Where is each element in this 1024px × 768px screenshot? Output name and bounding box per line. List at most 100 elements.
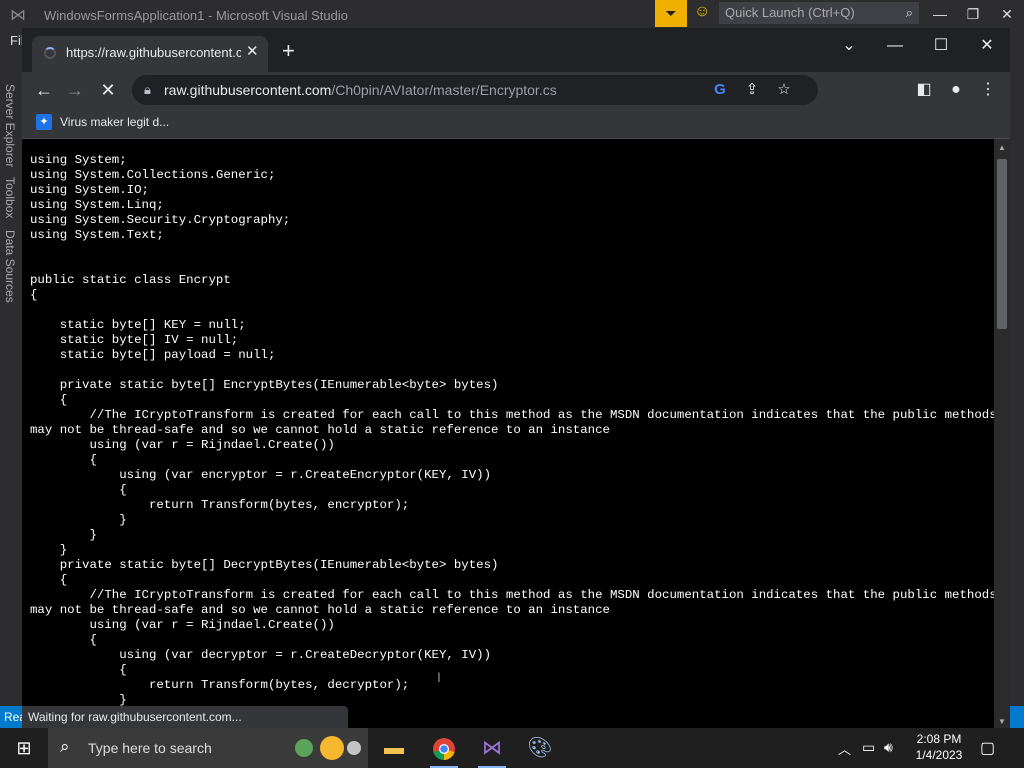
taskbar-search-placeholder: Type here to search: [88, 740, 212, 756]
tab-search-chevron-icon[interactable]: ⌄: [837, 34, 861, 58]
code-line: using (var r = Rijndael.Create()): [30, 618, 335, 632]
windows-start-icon[interactable]: ⊞: [0, 728, 48, 768]
loading-status: Waiting for raw.githubusercontent.com...: [22, 706, 348, 728]
code-line: return Transform(bytes, encryptor);: [30, 498, 410, 512]
side-panel-icon[interactable]: ◧: [912, 78, 936, 102]
new-tab-button[interactable]: +: [282, 40, 295, 62]
code-line: {: [30, 633, 97, 647]
tab-title: https://raw.githubusercontent.co: [66, 45, 241, 60]
code-line: static byte[] IV = null;: [30, 333, 239, 347]
text-cursor-icon: I: [437, 669, 441, 685]
taskbar: ⊞ ⌕ Type here to search ▬ ⋈ 🎨︎ ︿ ▭ 🔊︎ 2:…: [0, 728, 1024, 768]
code-line: {: [30, 453, 97, 467]
taskbar-search[interactable]: ⌕ Type here to search: [48, 728, 368, 768]
address-bar[interactable]: 🔒︎ raw.githubusercontent.com/Ch0pin/AVIa…: [132, 75, 818, 105]
code-line: //The ICryptoTransform is created for ea…: [30, 408, 994, 422]
code-line: using System;: [30, 153, 127, 167]
vs-right-panel: [1010, 130, 1024, 710]
code-line: {: [30, 663, 127, 677]
visual-studio-icon[interactable]: ⋈: [468, 728, 516, 768]
tray-chevron-up-icon[interactable]: ︿: [838, 739, 851, 758]
code-line: may not be thread-safe and so we cannot …: [30, 603, 610, 617]
code-line: using System.Collections.Generic;: [30, 168, 276, 182]
feedback-smiley-icon[interactable]: ☺: [694, 3, 710, 21]
bookmark-virus-maker[interactable]: Virus maker legit d...: [60, 115, 169, 129]
stop-icon[interactable]: ✕: [96, 78, 120, 102]
vs-side-panel: Server Explorer Toolbox Data Sources: [0, 80, 22, 710]
toolbox-tab[interactable]: Toolbox: [3, 177, 17, 218]
close-button[interactable]: ✕: [975, 34, 999, 58]
chrome-icon[interactable]: [420, 728, 468, 768]
maximize-button[interactable]: ☐: [929, 34, 953, 58]
code-line: {: [30, 483, 127, 497]
star-icon[interactable]: ☆: [774, 80, 794, 100]
vertical-scrollbar[interactable]: ▲ ▼: [994, 139, 1010, 728]
browser-toolbar: ← → ✕ 🔒︎ raw.githubusercontent.com/Ch0pi…: [22, 72, 1010, 108]
code-line: using (var encryptor = r.CreateEncryptor…: [30, 468, 492, 482]
code-line: using System.IO;: [30, 183, 149, 197]
search-icon[interactable]: ⌕: [906, 2, 913, 24]
kebab-menu-icon[interactable]: ⋮: [976, 78, 1000, 102]
clock[interactable]: 2:08 PM 1/4/2023: [910, 731, 968, 763]
server-explorer-tab[interactable]: Server Explorer: [3, 84, 17, 167]
paint-icon[interactable]: 🎨︎: [516, 728, 564, 768]
data-sources-tab[interactable]: Data Sources: [3, 230, 17, 303]
visual-studio-logo-icon: ⋈: [10, 7, 26, 24]
code-line: private static byte[] EncryptBytes(IEnum…: [30, 378, 499, 392]
lock-icon[interactable]: 🔒︎: [144, 82, 151, 98]
code-line: {: [30, 288, 38, 302]
arrow-right-icon[interactable]: →: [63, 78, 87, 102]
code-line: using System.Security.Cryptography;: [30, 213, 291, 227]
code-line: public static class Encrypt: [30, 273, 231, 287]
network-icon[interactable]: ▭: [862, 739, 875, 756]
scroll-down-icon[interactable]: ▼: [998, 717, 1006, 726]
source-code: using System; using System.Collections.Ge…: [30, 153, 994, 708]
share-icon[interactable]: ⇪: [742, 80, 762, 100]
filter-icon[interactable]: ⏷: [655, 0, 687, 27]
google-icon[interactable]: G: [710, 80, 730, 100]
url-path: /Ch0pin/AVIator/master/Encryptor.cs: [331, 82, 557, 98]
tab-encryptor[interactable]: https://raw.githubusercontent.co ✕: [32, 36, 268, 72]
dropbox-icon[interactable]: ✦: [36, 114, 52, 130]
search-highlight-art-icon: [295, 736, 361, 760]
code-line: using System.Text;: [30, 228, 164, 242]
code-line: private static byte[] DecryptBytes(IEnum…: [30, 558, 499, 572]
code-line: using (var r = Rijndael.Create()): [30, 438, 335, 452]
file-explorer-icon[interactable]: ▬: [370, 728, 418, 768]
arrow-left-icon[interactable]: ←: [32, 78, 56, 102]
clock-time: 2:08 PM: [916, 732, 962, 746]
minimize-button[interactable]: —: [883, 34, 907, 58]
scroll-thumb[interactable]: [997, 159, 1007, 329]
code-line: using (var decryptor = r.CreateDecryptor…: [30, 648, 492, 662]
page-content[interactable]: using System; using System.Collections.Ge…: [22, 139, 994, 728]
volume-icon[interactable]: 🔊︎: [884, 739, 893, 756]
vs-restore-button[interactable]: ❐: [963, 4, 983, 24]
vs-close-button[interactable]: ✕: [997, 4, 1017, 24]
code-line: may not be thread-safe and so we cannot …: [30, 423, 610, 437]
code-line: static byte[] payload = null;: [30, 348, 276, 362]
code-line: using System.Linq;: [30, 198, 164, 212]
profile-icon[interactable]: ●: [944, 78, 968, 102]
code-line: //The ICryptoTransform is created for ea…: [30, 588, 994, 602]
quick-launch-placeholder: Quick Launch (Ctrl+Q): [725, 5, 855, 20]
code-line: {: [30, 393, 68, 407]
tab-close-icon[interactable]: ✕: [246, 42, 259, 60]
code-line: static byte[] KEY = null;: [30, 318, 246, 332]
vs-minimize-button[interactable]: —: [930, 4, 950, 24]
code-line: }: [30, 528, 97, 542]
vs-title-bar: ⋈ WindowsFormsApplication1 - Microsoft V…: [0, 0, 1024, 30]
scroll-up-icon[interactable]: ▲: [998, 143, 1006, 152]
loading-spinner-icon: [44, 47, 56, 59]
search-icon: ⌕: [60, 737, 70, 756]
code-line: }: [30, 513, 127, 527]
quick-launch-input[interactable]: Quick Launch (Ctrl+Q) ⌕: [719, 2, 919, 24]
notification-icon[interactable]: ▢: [980, 738, 995, 758]
vs-window-title: WindowsFormsApplication1 - Microsoft Vis…: [44, 8, 348, 23]
url-text[interactable]: raw.githubusercontent.com/Ch0pin/AVIator…: [164, 82, 557, 98]
chrome-logo-icon: [433, 737, 455, 760]
tab-strip: https://raw.githubusercontent.co ✕ + ⌄ —…: [22, 28, 1010, 72]
